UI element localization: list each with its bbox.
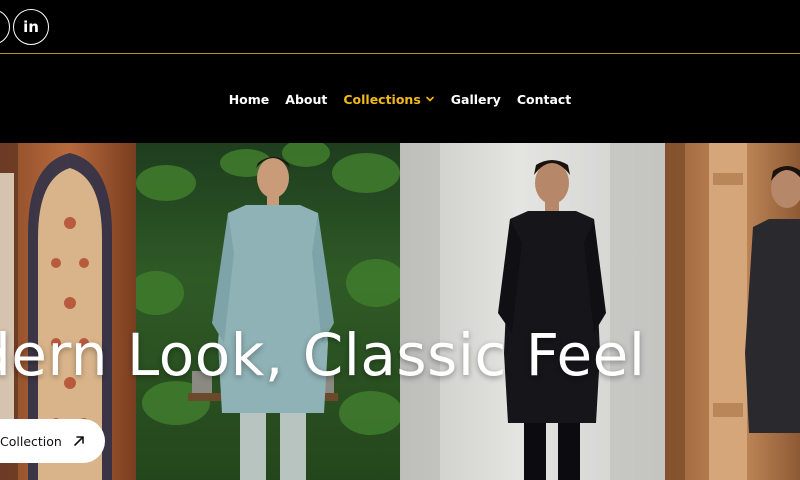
hero-title: odern Look, Classic Feel <box>0 321 646 389</box>
nav-item-label: Contact <box>516 91 572 107</box>
hero-image-panel <box>400 143 665 480</box>
cta-label: Collection <box>0 433 62 449</box>
nav-item-contact[interactable]: Contact <box>517 92 571 107</box>
social-icon[interactable] <box>0 9 10 45</box>
model-image <box>400 143 665 480</box>
nav-item-label: Home <box>228 91 270 107</box>
model-image <box>665 143 800 480</box>
arrow-up-right-icon <box>74 436 84 446</box>
hero-banner: odern Look, Classic Feel Collection <box>0 143 800 480</box>
linkedin-icon[interactable]: in <box>13 9 49 45</box>
nav-item-home[interactable]: Home <box>229 92 270 107</box>
nav-item-label: Collections <box>343 91 421 107</box>
nav-item-about[interactable]: About <box>285 92 327 107</box>
nav-item-label: About <box>285 91 328 107</box>
hero-image-panel <box>136 143 400 480</box>
top-bar: in <box>0 0 800 54</box>
chevron-down-icon <box>425 96 434 102</box>
model-image <box>136 143 400 480</box>
nav-links: Home About Collections Gallery Contact <box>229 92 572 107</box>
main-nav: Home About Collections Gallery Contact <box>0 55 800 143</box>
nav-item-collections[interactable]: Collections <box>343 92 434 107</box>
view-collection-button[interactable]: Collection <box>0 419 105 463</box>
hero-image-panel <box>665 143 800 480</box>
nav-item-gallery[interactable]: Gallery <box>451 92 501 107</box>
nav-item-label: Gallery <box>450 91 501 107</box>
